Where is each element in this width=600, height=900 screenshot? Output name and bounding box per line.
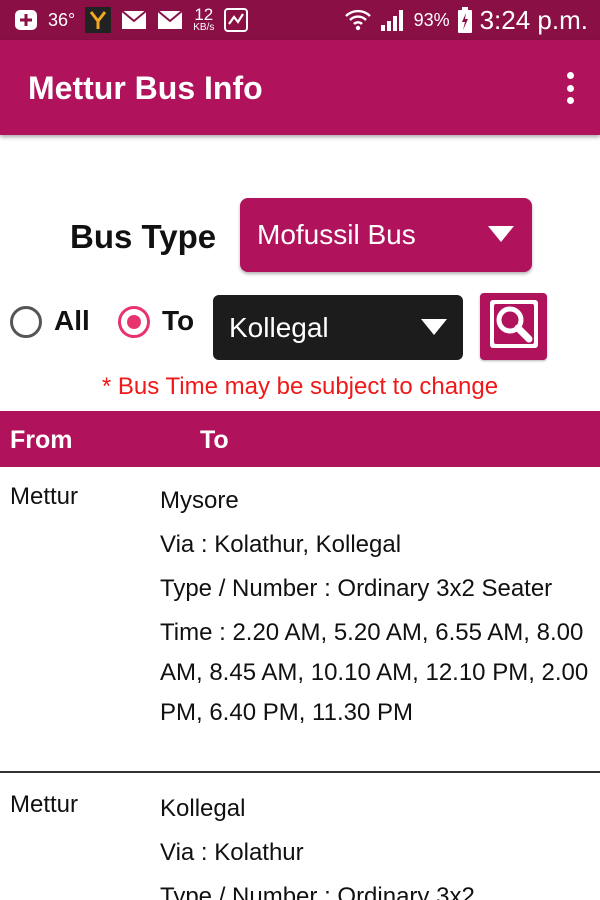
signal-icon: [380, 8, 406, 32]
radio-to-label[interactable]: To: [162, 305, 194, 337]
column-header-from: From: [10, 426, 73, 454]
chart-app-icon: [224, 8, 249, 32]
chevron-down-icon: [421, 319, 447, 335]
data-speed-value: 12: [194, 5, 214, 24]
table-header: From To: [0, 411, 600, 467]
destination-value: Kollegal: [229, 311, 329, 343]
search-icon: [489, 299, 539, 354]
overflow-menu-icon[interactable]: [564, 72, 576, 104]
status-bar-right: 93% 3:24 p.m.: [344, 4, 588, 35]
status-bar: 36° 12 KB/s 93% 3:24 p.m.: [0, 0, 600, 40]
chevron-down-icon: [488, 226, 514, 242]
row-via: Via : Kolathur, Kollegal: [160, 531, 402, 558]
data-speed-indicator: 12 KB/s: [193, 5, 215, 33]
clock: 3:24 p.m.: [479, 4, 588, 35]
mail-icon: [157, 10, 183, 30]
column-header-to: To: [200, 426, 229, 454]
y-app-icon: [85, 7, 112, 33]
row-destination: Mysore: [160, 487, 239, 514]
status-bar-left: 36° 12 KB/s: [14, 5, 249, 34]
radio-all[interactable]: [10, 306, 42, 338]
bus-type-value: Mofussil Bus: [257, 219, 416, 250]
row-destination: Kollegal: [160, 795, 246, 822]
search-button[interactable]: [480, 293, 547, 360]
battery-icon: [457, 7, 472, 33]
row-details: Kollegal Via : Kolathur Type / Number : …: [160, 789, 600, 900]
radio-to[interactable]: [118, 306, 150, 338]
radio-all-label[interactable]: All: [54, 305, 90, 337]
app-title: Mettur Bus Info: [28, 70, 263, 106]
row-from: Mettur: [10, 791, 79, 818]
app-bar: Mettur Bus Info: [0, 40, 600, 135]
battery-percent: 93%: [413, 9, 450, 30]
destination-dropdown[interactable]: Kollegal: [213, 295, 463, 360]
data-speed-unit: KB/s: [193, 22, 215, 33]
row-via: Via : Kolathur: [160, 839, 304, 866]
bus-type-label: Bus Type: [70, 218, 217, 255]
table-row[interactable]: Mettur Kollegal Via : Kolathur Type / Nu…: [0, 775, 600, 900]
row-from: Mettur: [10, 483, 79, 510]
row-details: Mysore Via : Kolathur, Kollegal Type / N…: [160, 481, 600, 737]
schedule-change-note: * Bus Time may be subject to change: [101, 373, 499, 400]
menu-dot: [566, 84, 574, 92]
table-row[interactable]: Mettur Mysore Via : Kolathur, Kollegal T…: [0, 467, 600, 773]
wifi-icon: [344, 7, 372, 33]
mail-icon: [121, 10, 147, 30]
temperature-text: 36°: [48, 9, 76, 30]
row-time: Time : 2.20 AM, 5.20 AM, 6.55 AM, 8.00 A…: [160, 619, 589, 726]
row-type: Type / Number : Ordinary 3x2 Seater: [160, 575, 553, 602]
bus-type-dropdown[interactable]: Mofussil Bus: [240, 198, 532, 272]
row-type: Type / Number : Ordinary 3x2: [160, 883, 475, 900]
menu-dot: [566, 72, 574, 79]
add-box-icon: [14, 9, 38, 31]
menu-dot: [566, 97, 574, 104]
